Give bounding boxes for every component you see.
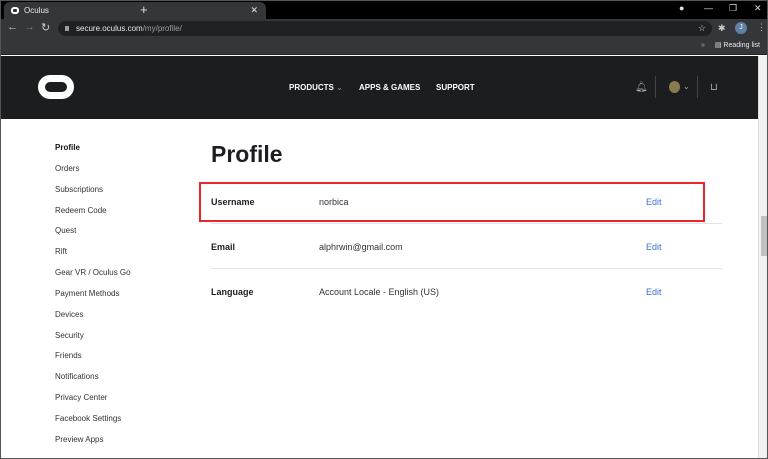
nav-apps-games[interactable]: APPS & GAMES [359,56,420,119]
sidebar-item-devices[interactable]: Devices [55,307,131,328]
url-path: /my/profile/ [142,24,182,33]
user-avatar[interactable] [669,81,680,93]
restore-button[interactable]: ❐ [729,0,737,17]
sidebar-item-notifications[interactable]: Notifications [55,369,131,390]
scrollbar[interactable] [758,56,768,459]
browser-tab-strip: Oculus ✕ + ● — ❐ ✕ [0,0,768,19]
chevron-more-icon[interactable]: » [701,42,705,49]
nav-products[interactable]: PRODUCTS ⌄ [289,56,343,119]
back-icon[interactable]: ← [7,21,18,33]
cart-icon[interactable]: ⊔ [710,82,718,93]
sidebar-item-rift[interactable]: Rift [55,244,131,265]
address-bar[interactable]: secure.oculus.com/my/profile/ ☆ [58,21,712,36]
edit-language-link[interactable]: Edit [646,270,662,315]
profile-row-email: Email alphrwin@gmail.com Edit [211,225,722,270]
sidebar-item-facebook-settings[interactable]: Facebook Settings [55,411,131,432]
oculus-favicon-icon [11,7,19,14]
browser-tab[interactable]: Oculus ✕ [4,2,266,19]
nav-support[interactable]: SUPPORT [436,56,475,119]
chevron-down-icon: ⌄ [336,83,343,92]
row-value: Account Locale - English (US) [319,287,440,297]
browser-toolbar: ← → ↻ secure.oculus.com/my/profile/ ☆ ✱ … [0,19,768,38]
row-value: alphrwin@gmail.com [319,242,403,252]
close-window-button[interactable]: ✕ [754,0,762,17]
bookmark-star-icon[interactable]: ☆ [698,21,706,36]
profile-avatar[interactable]: J [735,22,747,34]
divider [211,268,722,269]
sidebar: Profile Orders Subscriptions Redeem Code… [55,140,131,453]
tab-title: Oculus [24,6,49,15]
sidebar-item-gear-vr[interactable]: Gear VR / Oculus Go [55,265,131,286]
media-icon[interactable]: ● [679,0,684,17]
menu-icon[interactable]: ⋮ [757,22,766,33]
reload-icon[interactable]: ↻ [41,21,50,34]
site-header: PRODUCTS ⌄ APPS & GAMES SUPPORT 🔔︎ ⌄ ⊔ [0,56,758,119]
sidebar-item-privacy-center[interactable]: Privacy Center [55,390,131,411]
sidebar-item-friends[interactable]: Friends [55,348,131,369]
minimize-button[interactable]: — [704,0,713,17]
chevron-down-icon[interactable]: ⌄ [683,82,690,91]
sidebar-item-subscriptions[interactable]: Subscriptions [55,182,131,203]
row-label: Language [211,287,254,297]
row-label: Email [211,242,236,252]
reading-list-button[interactable]: » ▤ Reading list [701,38,760,54]
page-title: Profile [211,141,283,167]
sidebar-item-payment-methods[interactable]: Payment Methods [55,286,131,307]
reading-list-label: Reading list [723,42,760,49]
divider [211,223,722,224]
bell-icon[interactable]: 🔔︎ [635,82,648,93]
scrollbar-thumb[interactable] [761,216,767,256]
sidebar-item-profile[interactable]: Profile [55,140,131,161]
url-host: secure.oculus.com [76,24,143,33]
profile-row-language: Language Account Locale - English (US) E… [211,270,722,315]
extensions-icon[interactable]: ✱ [718,23,726,34]
edit-email-link[interactable]: Edit [646,225,662,270]
sidebar-item-orders[interactable]: Orders [55,161,131,182]
sidebar-item-preview-apps[interactable]: Preview Apps [55,432,131,453]
divider [655,76,656,98]
close-tab-icon[interactable]: ✕ [250,2,258,19]
sidebar-item-redeem-code[interactable]: Redeem Code [55,203,131,224]
bookmarks-bar: » ▤ Reading list [0,38,768,55]
sidebar-item-quest[interactable]: Quest [55,223,131,244]
highlight-box [199,182,705,222]
sidebar-item-security[interactable]: Security [55,328,131,349]
new-tab-button[interactable]: + [140,0,148,19]
oculus-logo[interactable] [38,75,74,99]
lock-icon [65,26,69,31]
forward-icon[interactable]: → [24,21,35,33]
divider [697,76,698,98]
